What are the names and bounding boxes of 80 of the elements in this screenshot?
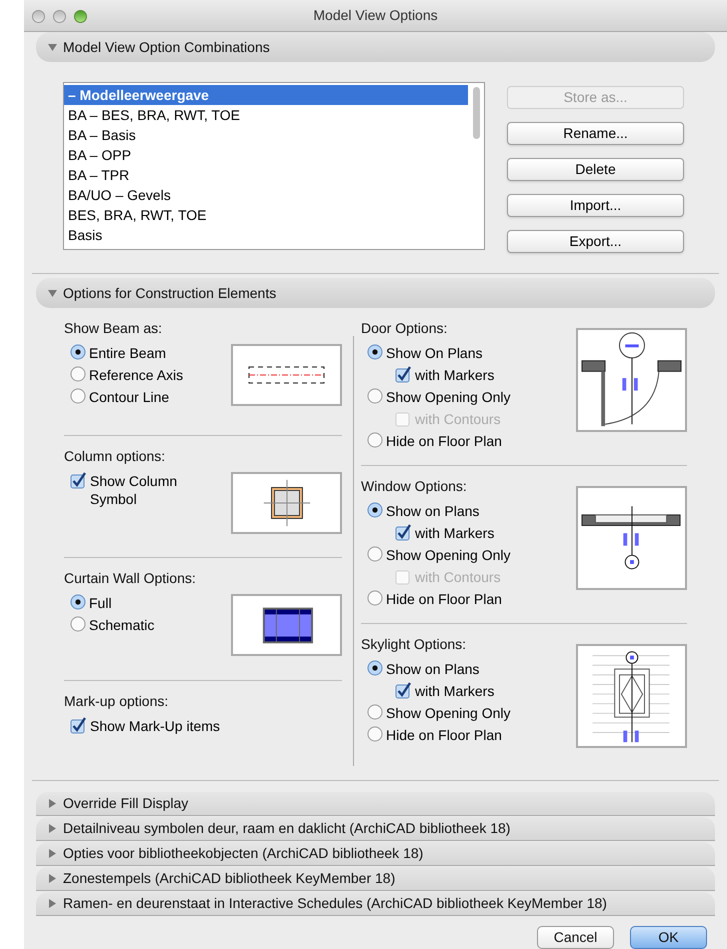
list-item[interactable]: – Modelleerweergave xyxy=(64,85,468,105)
checkbox-icon xyxy=(395,366,412,383)
radio-button[interactable]: Show Opening Only xyxy=(367,546,567,568)
group-title: Door Options: xyxy=(361,319,448,338)
radio-icon xyxy=(367,344,383,360)
checkbox-icon xyxy=(70,717,87,734)
radio-icon xyxy=(367,502,383,518)
radio-icon xyxy=(70,616,86,632)
radio-button[interactable]: Schematic xyxy=(70,616,220,638)
checkbox[interactable]: with Markers xyxy=(395,524,567,546)
dialog-button[interactable]: Export... xyxy=(507,230,684,253)
radio-button[interactable]: Full xyxy=(70,594,220,616)
radio-button[interactable]: Entire Beam xyxy=(70,344,220,366)
section-header[interactable]: Options for Construction Elements xyxy=(36,278,715,308)
group-title: Mark-up options: xyxy=(64,692,170,711)
radio-icon xyxy=(367,432,383,448)
radio-icon xyxy=(367,388,383,404)
group-title: Skylight Options: xyxy=(361,635,468,654)
radio-icon xyxy=(70,388,86,404)
section-header[interactable]: Detailniveau symbolen deur, raam en daklicht (ArchiCAD bibliotheek 18) xyxy=(36,817,715,840)
radio-icon xyxy=(70,344,86,360)
checkbox-icon xyxy=(395,682,412,699)
group-title: Column options: xyxy=(64,447,166,466)
checkbox[interactable]: with Markers xyxy=(395,366,567,388)
checkbox-icon xyxy=(395,568,412,585)
section-header[interactable]: Opties voor bibliotheekobjecten (ArchiCAD bibliotheek 18) xyxy=(36,842,715,865)
radio-button[interactable]: Hide on Floor Plan xyxy=(367,432,567,454)
checkbox-icon xyxy=(395,410,412,427)
radio-button[interactable]: Show On Plans xyxy=(367,344,567,366)
list-item[interactable]: Basis xyxy=(64,225,468,245)
disclosure-triangle-icon xyxy=(48,42,57,52)
checkbox[interactable]: with Markers xyxy=(395,682,567,704)
radio-icon xyxy=(367,546,383,562)
section-header[interactable]: Zonestempels (ArchiCAD bibliotheek KeyMember 18) xyxy=(36,867,715,890)
list-item[interactable]: BA – TPR xyxy=(64,165,468,185)
radio-button[interactable]: Reference Axis xyxy=(70,366,220,388)
radio-button[interactable]: Show Opening Only xyxy=(367,704,567,726)
radio-button[interactable]: Hide on Floor Plan xyxy=(367,726,567,748)
dialog-button[interactable]: Delete xyxy=(507,158,684,181)
dialog-button[interactable]: Cancel xyxy=(537,926,614,949)
radio-icon xyxy=(367,590,383,606)
dialog-button[interactable]: OK xyxy=(630,926,707,949)
checkbox[interactable]: Show Column Symbol xyxy=(70,472,220,508)
radio-icon xyxy=(367,704,383,720)
group-title: Window Options: xyxy=(361,477,468,496)
list-item[interactable]: BES, BRA, RWT, TOE xyxy=(64,205,468,225)
radio-button[interactable]: Show on Plans xyxy=(367,660,567,682)
disclosure-triangle-icon xyxy=(48,899,57,908)
checkbox-icon xyxy=(395,524,412,541)
checkbox[interactable]: Show Mark-Up items xyxy=(70,717,220,739)
minimize-button[interactable] xyxy=(53,10,66,23)
disclosure-triangle-icon xyxy=(48,874,57,883)
radio-button[interactable]: Contour Line xyxy=(70,388,220,410)
radio-button[interactable]: Show on Plans xyxy=(367,502,567,524)
list-item[interactable]: BA – BES, BRA, RWT, TOE xyxy=(64,105,468,125)
radio-icon xyxy=(367,660,383,676)
radio-icon xyxy=(70,366,86,382)
disclosure-triangle-icon xyxy=(48,824,57,833)
group-title: Show Beam as: xyxy=(64,319,164,338)
zoom-button[interactable] xyxy=(74,10,87,23)
radio-icon xyxy=(367,726,383,742)
radio-button[interactable]: Hide on Floor Plan xyxy=(367,590,567,612)
disclosure-triangle-icon xyxy=(48,799,57,808)
list-item[interactable]: BA/UO – Gevels xyxy=(64,185,468,205)
group-title: Curtain Wall Options: xyxy=(64,569,197,588)
disclosure-triangle-icon xyxy=(48,288,57,298)
radio-button[interactable]: Show Opening Only xyxy=(367,388,567,410)
dialog-button[interactable]: Import... xyxy=(507,194,684,217)
list-item[interactable]: BA – OPP xyxy=(64,145,468,165)
radio-icon xyxy=(70,594,86,610)
section-header[interactable]: Ramen- en deurenstaat in Interactive Schedules (ArchiCAD bibliotheek KeyMember 18) xyxy=(36,892,715,915)
scrollbar-thumb[interactable] xyxy=(473,87,480,139)
section-header[interactable]: Model View Option Combinations xyxy=(36,32,715,62)
dialog-button[interactable]: Rename... xyxy=(507,122,684,145)
checkbox-icon xyxy=(70,472,87,489)
close-button[interactable] xyxy=(32,10,45,23)
disclosure-triangle-icon xyxy=(48,849,57,858)
list-item[interactable]: BA – Basis xyxy=(64,125,468,145)
section-header[interactable]: Override Fill Display xyxy=(36,792,715,815)
window-title: Model View Options xyxy=(313,6,438,25)
